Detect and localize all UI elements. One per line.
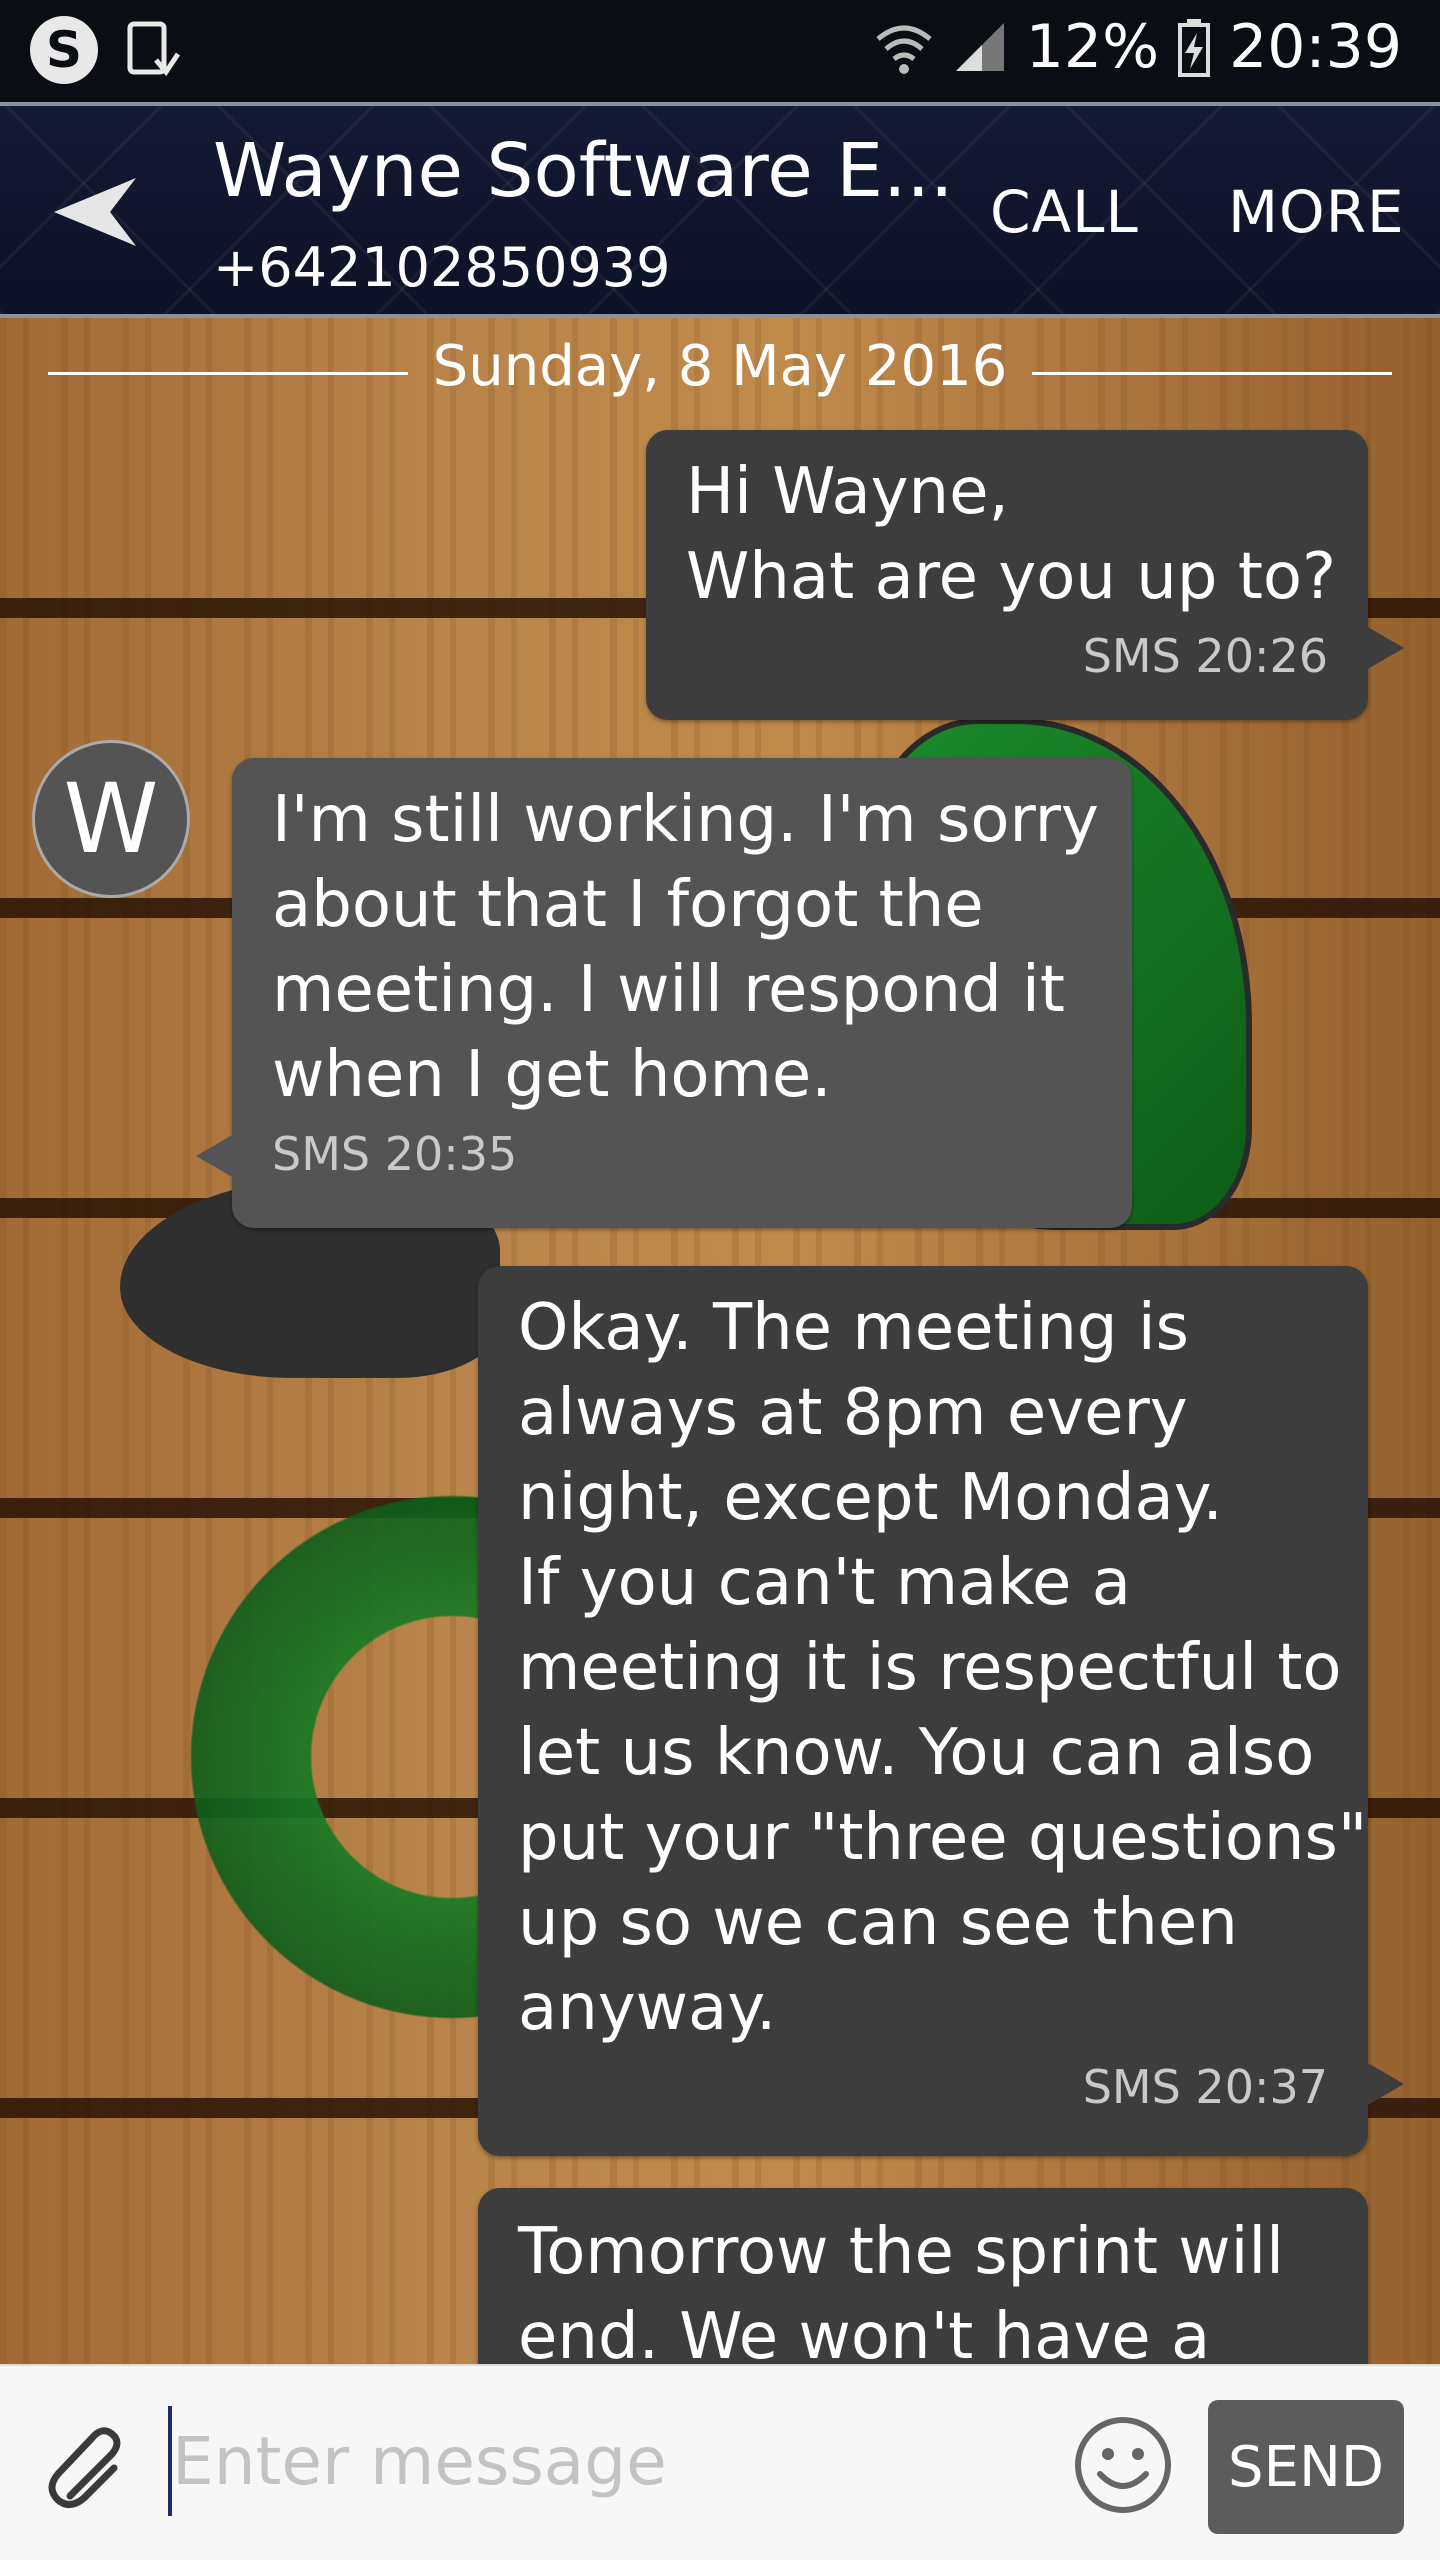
message-text-line: Hi Wayne, [686,455,1009,529]
message-text-line: meeting. I will respond it [272,953,1065,1027]
message-bubble-outgoing[interactable]: Hi Wayne, What are you up to? SMS 20:26 [646,430,1404,720]
status-bar-left: S [30,16,180,84]
message-text-line: Okay. The meeting is [518,1291,1189,1365]
message-text-line: I'm still working. I'm sorry [272,783,1099,857]
message-text-line: put your "three questions" [518,1801,1368,1875]
status-bar-right: 12% 20:39 [874,12,1402,82]
message-text-line: always at 8pm every [518,1376,1188,1450]
message-text-line: let us know. You can also [518,1716,1315,1790]
message-bubble-incoming[interactable]: I'm still working. I'm sorry about that … [196,758,1132,1228]
message-text-line: when I get home. [272,1038,832,1112]
message-text-line: meeting it is respectful to [518,1631,1342,1705]
clock: 20:39 [1229,12,1402,82]
message-bubble-outgoing[interactable]: Tomorrow the sprint will end. We won't h… [478,2188,1368,2364]
message-text-line: What are you up to? [686,540,1337,614]
call-button[interactable]: CALL [990,178,1139,246]
more-button[interactable]: MORE [1228,178,1405,246]
back-icon[interactable] [50,172,140,252]
emoji-icon[interactable] [1072,2414,1174,2516]
message-text-line: night, except Monday. [518,1461,1223,1535]
conversation-header: Wayne Software E... +642102850939 CALL M… [0,102,1440,318]
message-text-line: up so we can see then [518,1886,1238,1960]
message-text-line: end. We won't have a [518,2300,1211,2364]
battery-level: 12% [1025,12,1160,82]
avatar[interactable]: W [32,740,190,898]
status-bar: S 12% 20:39 [0,0,1440,102]
paperclip-icon[interactable] [40,2418,140,2518]
message-meta: SMS 20:26 [1082,629,1328,683]
contact-name[interactable]: Wayne Software E... [213,128,954,214]
message-list[interactable]: Sunday, 8 May 2016 Hi Wayne, What are yo… [0,318,1440,2364]
message-text-line: Tomorrow the sprint will [518,2215,1284,2289]
skype-icon: S [30,16,98,84]
divider [1032,372,1392,375]
message-meta: SMS 20:35 [272,1127,518,1181]
send-button[interactable]: SEND [1208,2400,1404,2534]
date-label: Sunday, 8 May 2016 [432,334,1008,399]
battery-charging-icon [1178,19,1211,77]
wifi-icon [876,25,932,74]
message-text-line: anyway. [518,1971,777,2045]
compose-bar: SEND [0,2364,1440,2560]
signal-icon [955,23,1004,71]
message-meta: SMS 20:37 [1082,2060,1328,2114]
phone-download-icon [127,21,180,77]
message-text-line: about that I forgot the [272,868,984,942]
contact-number: +642102850939 [213,236,671,299]
message-text-line: If you can't make a [518,1546,1131,1620]
date-separator: Sunday, 8 May 2016 [48,330,1392,410]
message-bubble-outgoing[interactable]: Okay. The meeting is always at 8pm every… [478,1266,1404,2156]
message-input[interactable] [172,2406,1032,2516]
